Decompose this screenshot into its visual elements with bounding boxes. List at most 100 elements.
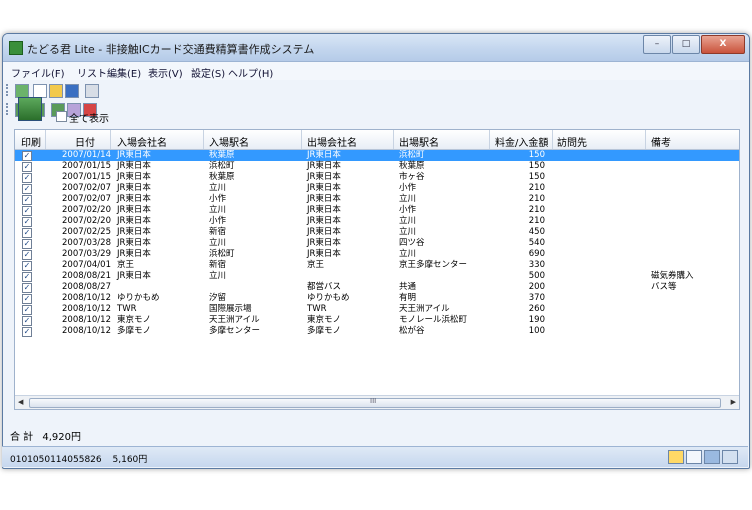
view-report-icon[interactable] (704, 450, 720, 464)
table-row[interactable]: ✓ 2007/04/01 京王 新宿 京王 京王多摩センター 330 (15, 260, 739, 271)
close-button[interactable]: X (701, 35, 745, 54)
toolbar-grip[interactable] (6, 84, 10, 96)
in-station-cell: 新宿 (209, 227, 227, 237)
card-reader-icon[interactable] (18, 97, 42, 121)
col-in-company[interactable]: 入場会社名 (117, 134, 167, 149)
print-checkbox[interactable]: ✓ (22, 195, 32, 205)
col-note[interactable]: 備考 (651, 134, 671, 149)
view-chart-icon[interactable] (722, 450, 738, 464)
menu-view[interactable]: 表示(V) (148, 65, 183, 80)
in-station-cell: 浜松町 (209, 161, 235, 171)
table-row[interactable]: ✓ 2007/02/25 JR東日本 新宿 JR東日本 立川 450 (15, 227, 739, 238)
table-row[interactable]: ✓ 2007/02/07 JR東日本 小作 JR東日本 立川 210 (15, 194, 739, 205)
import-icon[interactable] (15, 84, 29, 98)
in-company-cell: JR東日本 (117, 161, 151, 171)
print-checkbox[interactable]: ✓ (22, 228, 32, 238)
table-header: 印刷 日付 入場会社名 入場駅名 出場会社名 出場駅名 料金/入金額 訪問先 備… (15, 130, 739, 150)
table-row[interactable]: ✓ 2008/08/27 都営バス 共通 200 バス等 (15, 282, 739, 293)
fare-cell: 690 (528, 249, 545, 259)
date-cell: 2007/01/15 (62, 172, 111, 182)
table-row[interactable]: ✓ 2008/10/12 多摩モノ 多摩センター 多摩モノ 松が谷 100 (15, 326, 739, 337)
maximize-button[interactable]: □ (672, 35, 700, 54)
print-checkbox[interactable]: ✓ (22, 206, 32, 216)
date-cell: 2007/02/25 (62, 227, 111, 237)
in-company-cell: JR東日本 (117, 271, 151, 281)
table-row[interactable]: ✓ 2008/10/12 ゆりかもめ 汐留 ゆりかもめ 有明 370 (15, 293, 739, 304)
print-checkbox[interactable]: ✓ (22, 217, 32, 227)
col-in-station[interactable]: 入場駅名 (209, 134, 249, 149)
in-company-cell: JR東日本 (117, 216, 151, 226)
out-company-cell: JR東日本 (307, 161, 341, 171)
print-checkbox[interactable]: ✓ (22, 184, 32, 194)
print-checkbox[interactable]: ✓ (22, 162, 32, 172)
table-row[interactable]: ✓ 2007/02/20 JR東日本 立川 JR東日本 小作 210 (15, 205, 739, 216)
app-icon (9, 41, 23, 55)
fare-cell: 210 (528, 205, 545, 215)
col-print[interactable]: 印刷 (21, 134, 41, 149)
in-company-cell: TWR (117, 304, 137, 314)
note-cell: バス等 (651, 282, 677, 292)
in-company-cell: JR東日本 (117, 172, 151, 182)
new-file-icon[interactable] (33, 84, 47, 98)
scroll-thumb[interactable]: III (29, 397, 721, 408)
menu-settings[interactable]: 設定(S) (191, 65, 225, 80)
print-icon[interactable] (85, 84, 99, 98)
table-row[interactable]: ✓ 2008/10/12 東京モノ 天王洲アイル 東京モノ モノレール浜松町 190 (15, 315, 739, 326)
save-icon[interactable] (65, 84, 79, 98)
menu-file[interactable]: ファイル(F) (11, 65, 65, 80)
view-detail-icon[interactable] (668, 450, 684, 464)
in-company-cell: JR東日本 (117, 238, 151, 248)
scroll-left-icon[interactable]: ◀ (18, 398, 23, 406)
toolbar-grip[interactable] (6, 103, 10, 115)
open-folder-icon[interactable] (49, 84, 63, 98)
table-row[interactable]: ✓ 2007/01/15 JR東日本 浜松町 JR東日本 秋葉原 150 (15, 161, 739, 172)
print-checkbox[interactable]: ✓ (22, 239, 32, 249)
print-checkbox[interactable]: ✓ (22, 272, 32, 282)
show-all-checkbox[interactable] (56, 111, 67, 122)
print-checkbox[interactable]: ✓ (22, 261, 32, 271)
view-list-icon[interactable] (686, 450, 702, 464)
print-checkbox[interactable]: ✓ (22, 250, 32, 260)
print-checkbox[interactable]: ✓ (22, 305, 32, 315)
in-company-cell: 東京モノ (117, 315, 152, 325)
col-out-company[interactable]: 出場会社名 (307, 134, 357, 149)
col-date[interactable]: 日付 (75, 134, 95, 149)
table-row[interactable]: ✓ 2007/01/15 JR東日本 秋葉原 JR東日本 市ヶ谷 150 (15, 172, 739, 183)
print-checkbox[interactable]: ✓ (22, 283, 32, 293)
fare-cell: 150 (528, 161, 545, 171)
out-company-cell: JR東日本 (307, 172, 341, 182)
horizontal-scrollbar[interactable]: ◀ III ▶ (15, 395, 739, 409)
table-row[interactable]: ✓ 2007/01/14 JR東日本 秋葉原 JR東日本 浜松町 150 (15, 150, 739, 161)
card-id: 0101050114055826 (10, 455, 102, 465)
col-out-station[interactable]: 出場駅名 (399, 134, 439, 149)
table-row[interactable]: ✓ 2007/03/28 JR東日本 立川 JR東日本 四ツ谷 540 (15, 238, 739, 249)
col-visit[interactable]: 訪問先 (557, 134, 587, 149)
menu-help[interactable]: ヘルプ(H) (228, 65, 273, 80)
table-row[interactable]: ✓ 2007/03/29 JR東日本 浜松町 JR東日本 立川 690 (15, 249, 739, 260)
menu-list-edit[interactable]: リスト編集(E) (77, 65, 141, 80)
title-bar[interactable]: たどる君 Lite - 非接触ICカード交通費精算書作成システム – □ X (3, 34, 749, 62)
table-row[interactable]: ✓ 2008/08/21 JR東日本 立川 500 磁気券購入 (15, 271, 739, 282)
minimize-button[interactable]: – (643, 35, 671, 54)
col-fare[interactable]: 料金/入金額 (495, 134, 548, 149)
table-row[interactable]: ✓ 2007/02/20 JR東日本 小作 JR東日本 立川 210 (15, 216, 739, 227)
out-station-cell: 共通 (399, 282, 417, 292)
out-company-cell: 都営バス (307, 282, 342, 292)
table-row[interactable]: ✓ 2008/10/12 TWR 国際展示場 TWR 天王洲アイル 260 (15, 304, 739, 315)
out-company-cell: JR東日本 (307, 249, 341, 259)
total-value: 4,920円 (42, 432, 82, 443)
table-row[interactable]: ✓ 2007/02/07 JR東日本 立川 JR東日本 小作 210 (15, 183, 739, 194)
fare-cell: 200 (528, 282, 545, 292)
print-checkbox[interactable]: ✓ (22, 173, 32, 183)
out-station-cell: モノレール浜松町 (399, 315, 468, 325)
print-checkbox[interactable]: ✓ (22, 316, 32, 326)
print-checkbox[interactable]: ✓ (22, 294, 32, 304)
scroll-right-icon[interactable]: ▶ (731, 398, 736, 406)
in-station-cell: 多摩センター (209, 326, 261, 336)
print-checkbox[interactable]: ✓ (22, 327, 32, 337)
fare-cell: 150 (528, 150, 545, 160)
out-station-cell: 立川 (399, 216, 417, 226)
in-station-cell: 立川 (209, 238, 227, 248)
out-station-cell: 秋葉原 (399, 161, 425, 171)
print-checkbox[interactable]: ✓ (22, 151, 32, 161)
